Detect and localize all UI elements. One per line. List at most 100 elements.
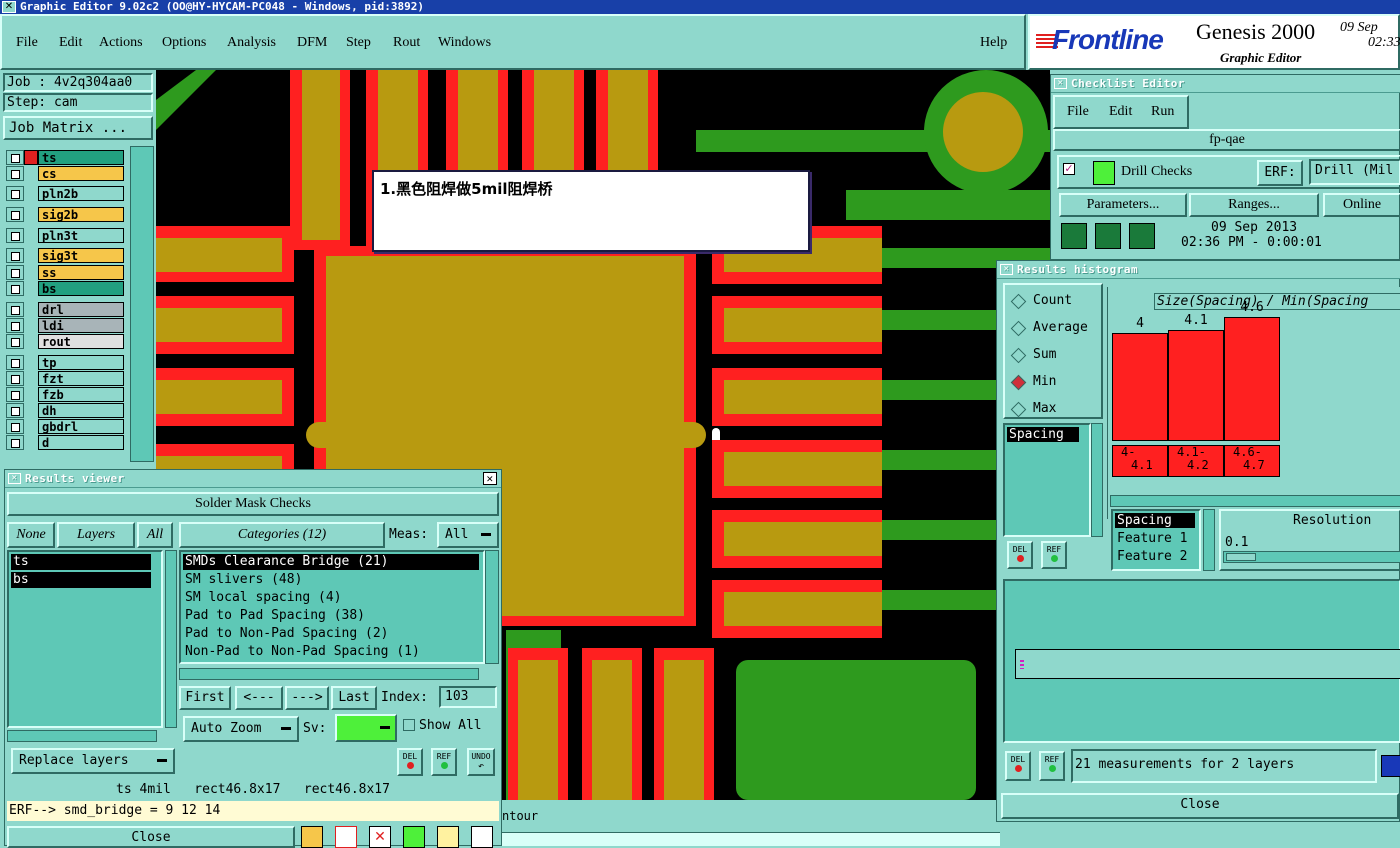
layer-name[interactable]: pln2b <box>38 186 124 201</box>
window-menu-icon[interactable]: ✕ <box>2 1 16 13</box>
layer-checkbox[interactable] <box>6 371 24 386</box>
layer-name[interactable]: sig2b <box>38 207 124 222</box>
layer-name[interactable]: tp <box>38 355 124 370</box>
histogram-close-button[interactable]: Close <box>1001 793 1399 819</box>
summary-del-button[interactable]: DEL <box>1005 751 1031 781</box>
layer-checkbox[interactable] <box>6 150 24 165</box>
layer-results-hscrollbar[interactable] <box>7 730 157 742</box>
last-button[interactable]: Last <box>331 686 377 710</box>
menu-edit[interactable]: Edit <box>59 35 82 51</box>
replace-layers-select[interactable]: Replace layers <box>11 748 175 774</box>
checklist-titlebar[interactable]: ✕ Checklist Editor <box>1051 75 1400 93</box>
counter-icon[interactable] <box>403 826 425 848</box>
results-viewer-titlebar[interactable]: ✕ Results viewer ✕ <box>5 470 501 488</box>
measure-field-scrollbar[interactable] <box>1203 509 1215 571</box>
del-button[interactable]: DEL <box>397 748 423 776</box>
layer-results-scrollbar[interactable] <box>165 550 177 728</box>
hist-ref-button[interactable]: REF <box>1041 541 1067 569</box>
category-item[interactable]: SMDs Clearance Bridge (21) <box>183 554 479 570</box>
layer-checkbox[interactable] <box>6 318 24 333</box>
menu-windows[interactable]: Windows <box>438 35 491 51</box>
menu-rout[interactable]: Rout <box>393 35 420 51</box>
work-layer-color-swatch[interactable] <box>24 150 38 165</box>
layer-list-scrollbar[interactable] <box>130 146 154 462</box>
checklist-menu-edit[interactable]: Edit <box>1109 104 1132 120</box>
category-item[interactable]: SM local spacing (4) <box>183 590 479 606</box>
checklist-menu-file[interactable]: File <box>1067 104 1089 120</box>
layer-checkbox[interactable] <box>6 403 24 418</box>
results-viewer-menu-icon[interactable]: ✕ <box>8 473 21 484</box>
undo-button[interactable]: UNDO ↶ <box>467 748 495 776</box>
layer-results-item[interactable]: bs <box>11 572 151 588</box>
histogram-titlebar[interactable]: ✕ Results histogram <box>997 261 1400 279</box>
categories-scrollbar[interactable] <box>485 550 499 664</box>
menu-file[interactable]: File <box>16 35 38 51</box>
resolution-slider[interactable] <box>1223 551 1400 563</box>
layer-name[interactable]: bs <box>38 281 124 296</box>
spacing-list-scrollbar[interactable] <box>1091 423 1103 537</box>
category-item[interactable]: Pad to Pad Spacing (38) <box>183 608 479 624</box>
layer-name[interactable]: gbdrl <box>38 419 124 434</box>
layers-button[interactable]: Layers <box>57 522 135 548</box>
layer-checkbox[interactable] <box>6 281 24 296</box>
next-button[interactable]: ---> <box>285 686 329 710</box>
ranges-button[interactable]: Ranges... <box>1189 193 1319 217</box>
layer-checkbox[interactable] <box>6 302 24 317</box>
app-titlebar[interactable]: ✕ Graphic Editor 9.02c2 (OO@HY-HYCAM-PC0… <box>0 0 1400 14</box>
sv-color-select[interactable] <box>335 714 397 742</box>
category-item[interactable]: SM slivers (48) <box>183 572 479 588</box>
layer-name[interactable]: d <box>38 435 124 450</box>
histogram-bar[interactable] <box>1112 333 1168 441</box>
layer-checkbox[interactable] <box>6 265 24 280</box>
all-button[interactable]: All <box>137 522 173 548</box>
measure-field-item[interactable]: Feature 2 <box>1115 549 1195 564</box>
menu-actions[interactable]: Actions <box>99 35 143 51</box>
check-row[interactable]: ✓ Drill Checks ERF: Drill (Mil <box>1057 155 1400 189</box>
menu-dfm[interactable]: DFM <box>297 35 327 51</box>
parameters-button[interactable]: Parameters... <box>1059 193 1187 217</box>
layer-name[interactable]: cs <box>38 166 124 181</box>
none-button[interactable]: None <box>7 522 55 548</box>
layer-name[interactable]: dh <box>38 403 124 418</box>
run-from-icon[interactable] <box>1129 223 1155 249</box>
layer-checkbox[interactable] <box>6 186 24 201</box>
layer-results-item[interactable]: ts <box>11 554 151 570</box>
online-button[interactable]: Online <box>1323 193 1400 217</box>
prev-button[interactable]: <--- <box>235 686 283 710</box>
auto-zoom-select[interactable]: Auto Zoom <box>183 716 299 742</box>
layer-name[interactable]: ss <box>38 265 124 280</box>
layer-checkbox[interactable] <box>6 419 24 434</box>
layer-results-list[interactable]: ts bs <box>7 550 163 728</box>
layer-name[interactable]: drl <box>38 302 124 317</box>
mode-radio-max[interactable] <box>1010 401 1027 418</box>
index-input[interactable]: 103 <box>439 686 497 708</box>
record-icon[interactable] <box>335 826 357 848</box>
layer-name[interactable]: pln3t <box>38 228 124 243</box>
measure-field-list[interactable]: Spacing Feature 1 Feature 2 <box>1111 509 1201 571</box>
results-viewer-close-button[interactable]: Close <box>7 826 295 848</box>
first-button[interactable]: First <box>179 686 231 710</box>
layer-checkbox[interactable] <box>6 248 24 263</box>
job-matrix-button[interactable]: Job Matrix ... <box>3 116 153 140</box>
checklist-menu-icon[interactable]: ✕ <box>1054 78 1067 89</box>
annotation-note[interactable]: 1.黑色阻焊做5mil阻焊桥 <box>372 170 810 252</box>
layer-name[interactable]: rout <box>38 334 124 349</box>
hist-del-button[interactable]: DEL <box>1007 541 1033 569</box>
categories-button[interactable]: Categories (12) <box>179 522 385 548</box>
mode-radio-min[interactable] <box>1010 374 1027 391</box>
checklist-menu-run[interactable]: Run <box>1151 104 1174 120</box>
measure-field-item[interactable]: Spacing <box>1115 513 1195 528</box>
histogram-menu-icon[interactable]: ✕ <box>1000 264 1013 275</box>
spacing-list-item[interactable]: Spacing <box>1007 427 1079 442</box>
spacing-list[interactable]: Spacing <box>1003 423 1091 537</box>
category-item[interactable]: Pad to Non-Pad Spacing (2) <box>183 626 479 642</box>
report-icon[interactable] <box>1381 755 1400 777</box>
layer-checkbox[interactable] <box>6 334 24 349</box>
menu-analysis[interactable]: Analysis <box>227 35 276 51</box>
menu-options[interactable]: Options <box>162 35 206 51</box>
layer-checkbox[interactable] <box>6 207 24 222</box>
mode-radio-count[interactable] <box>1010 293 1027 310</box>
chart-icon[interactable] <box>471 826 493 848</box>
measure-field-item[interactable]: Feature 1 <box>1115 531 1195 546</box>
layer-checkbox[interactable] <box>6 355 24 370</box>
